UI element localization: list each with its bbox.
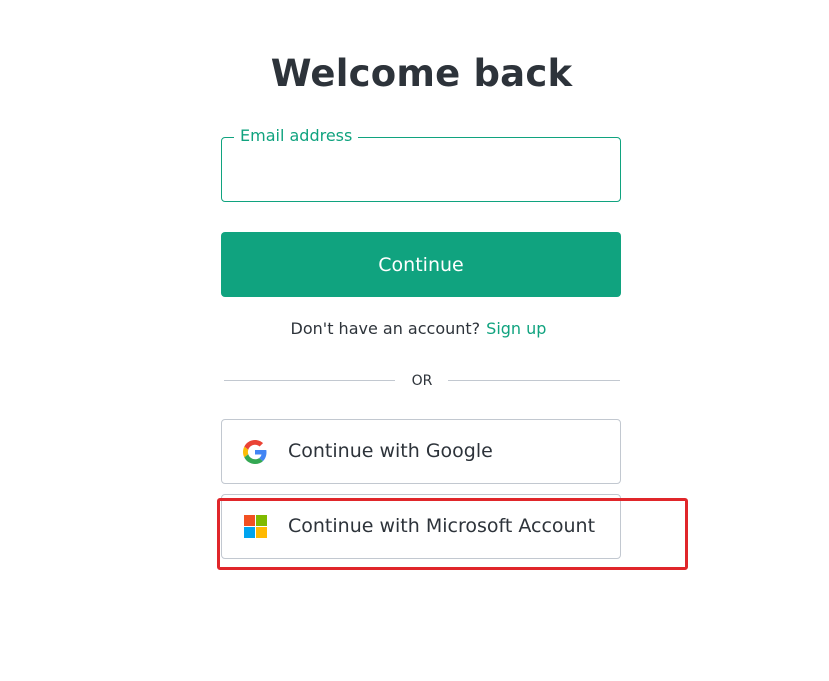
continue-with-google-button[interactable]: Continue with Google — [221, 419, 621, 484]
microsoft-button-label: Continue with Microsoft Account — [288, 515, 596, 537]
signup-prompt-row: Don't have an account? Sign up — [0, 319, 829, 339]
continue-with-microsoft-button[interactable]: Continue with Microsoft Account — [221, 494, 621, 559]
continue-button[interactable]: Continue — [221, 232, 621, 297]
email-field-container[interactable]: Email address — [221, 125, 621, 202]
divider-line-left — [224, 380, 395, 381]
signup-prompt-text: Don't have an account? — [290, 319, 481, 338]
google-button-label: Continue with Google — [288, 440, 493, 462]
microsoft-icon — [244, 515, 267, 538]
email-field[interactable] — [222, 138, 620, 201]
google-icon — [243, 440, 267, 464]
divider-line-right — [448, 380, 620, 381]
signup-link[interactable]: Sign up — [486, 319, 546, 338]
divider-or-text: OR — [411, 373, 433, 389]
page-title: Welcome back — [270, 52, 573, 95]
